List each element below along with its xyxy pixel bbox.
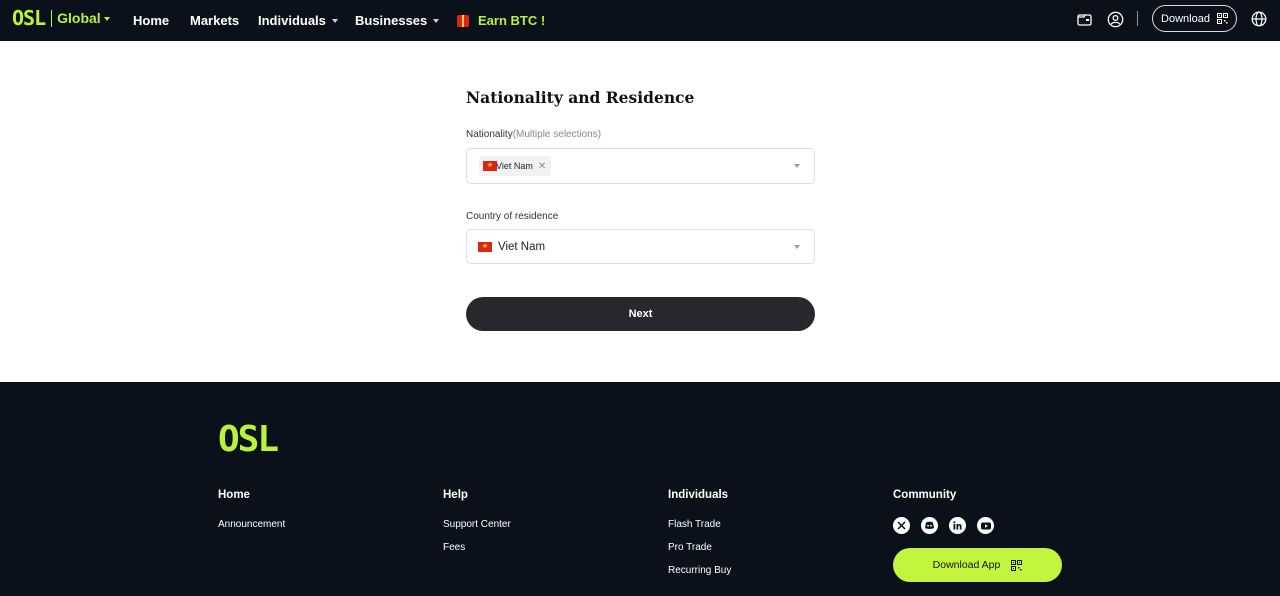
nav-businesses[interactable]: Businesses: [355, 0, 440, 41]
footer-link-announcement[interactable]: Announcement: [218, 519, 285, 530]
nationality-tag: ★ Viet Nam ✕: [479, 156, 552, 176]
footer-link-pro-trade[interactable]: Pro Trade: [668, 542, 712, 553]
nav-individuals[interactable]: Individuals: [258, 0, 338, 41]
nav-markets[interactable]: Markets: [190, 0, 239, 41]
user-account-icon[interactable]: [1106, 10, 1124, 28]
vietnam-flag-icon: ★: [478, 242, 492, 252]
nationality-multiselect[interactable]: ★ Viet Nam ✕: [466, 148, 815, 184]
chevron-down-icon: [331, 18, 338, 23]
header-divider: [1137, 11, 1138, 26]
youtube-icon[interactable]: [977, 517, 994, 534]
chevron-down-icon[interactable]: [794, 244, 800, 249]
nav-individuals-label: Individuals: [258, 13, 326, 28]
download-app-button[interactable]: Download App: [893, 548, 1062, 582]
nav-earn-btc[interactable]: Earn BTC !: [457, 0, 545, 41]
linkedin-icon[interactable]: [949, 517, 966, 534]
region-selector[interactable]: Global: [57, 10, 110, 26]
download-app-label: Download App: [932, 559, 1001, 571]
footer-link-support-center[interactable]: Support Center: [443, 519, 511, 530]
nav-home-label: Home: [133, 13, 170, 28]
qr-code-icon: [1011, 559, 1023, 571]
footer-col-title-community: Community: [893, 489, 957, 501]
footer-logo[interactable]: OSL: [218, 422, 279, 458]
footer: OSL Home Announcement Help Support Cente…: [0, 382, 1280, 596]
globe-icon[interactable]: [1250, 10, 1268, 28]
region-label: Global: [57, 10, 101, 26]
qr-code-icon: [1216, 13, 1228, 24]
chevron-down-icon: [433, 18, 440, 23]
footer-link-fees[interactable]: Fees: [443, 542, 465, 553]
residence-value: Viet Nam: [498, 240, 546, 253]
footer-link-flash-trade[interactable]: Flash Trade: [668, 519, 721, 530]
nav-businesses-label: Businesses: [355, 13, 428, 28]
nav-home[interactable]: Home: [133, 0, 169, 41]
download-button[interactable]: Download: [1152, 5, 1237, 32]
page-title: Nationality and Residence: [466, 88, 695, 107]
nationality-label-text: Nationality: [466, 129, 513, 140]
x-icon[interactable]: [893, 517, 910, 534]
footer-col-title-home: Home: [218, 489, 250, 501]
download-label: Download: [1161, 12, 1210, 25]
nav-markets-label: Markets: [190, 13, 240, 28]
residence-select[interactable]: ★ Viet Nam: [466, 229, 815, 264]
wallet-icon[interactable]: [1075, 10, 1093, 28]
chevron-down-icon: [103, 17, 110, 22]
next-button[interactable]: Next: [466, 297, 815, 331]
footer-link-recurring-buy[interactable]: Recurring Buy: [668, 565, 731, 576]
top-nav-bar: OSL Global Home Markets Individuals Busi…: [0, 0, 1280, 41]
logo-text[interactable]: OSL: [12, 8, 46, 28]
nationality-label: Nationality(Multiple selections): [466, 129, 601, 140]
chevron-down-icon[interactable]: [794, 164, 800, 168]
gift-icon: [457, 14, 469, 27]
brand-logo[interactable]: OSL Global: [12, 8, 110, 28]
vietnam-flag-icon: ★: [483, 161, 497, 171]
discord-icon[interactable]: [921, 517, 938, 534]
logo-divider: [51, 9, 53, 27]
nationality-tag-label: Viet Nam: [496, 161, 533, 171]
nationality-hint: (Multiple selections): [512, 129, 602, 140]
footer-col-title-help: Help: [443, 489, 468, 501]
residence-label: Country of residence: [466, 211, 559, 222]
nav-earn-label: Earn BTC !: [478, 13, 546, 28]
footer-col-title-individuals: Individuals: [668, 489, 729, 501]
close-icon[interactable]: ✕: [538, 161, 546, 172]
